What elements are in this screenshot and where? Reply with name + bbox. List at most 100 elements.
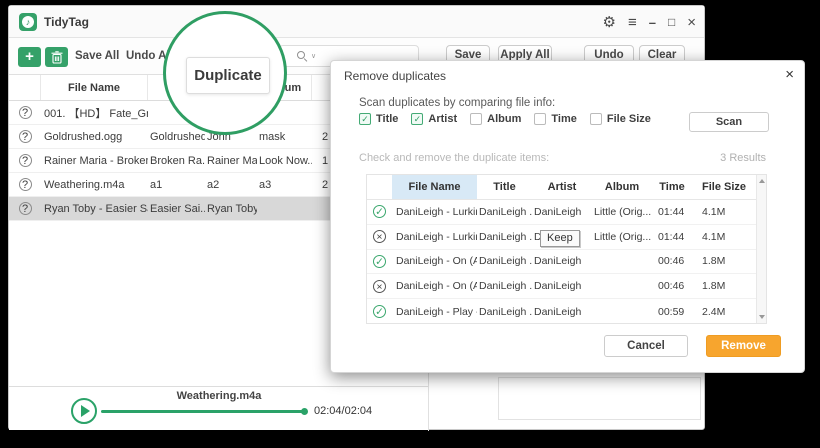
criteria-checkbox[interactable]: Time (534, 113, 576, 125)
duplicate-row[interactable]: ✓DaniLeigh - Play -...DaniLeigh ...DaniL… (367, 299, 766, 324)
cell-title: DaniLeigh ... (477, 231, 532, 243)
keep-tooltip: Keep (540, 230, 580, 247)
scan-button[interactable]: Scan (689, 112, 769, 132)
dup-column-header-file-name[interactable]: File Name (392, 175, 477, 199)
remove-cross-icon[interactable]: × (373, 280, 386, 293)
dup-column-header-album[interactable]: Album (592, 175, 652, 199)
play-button[interactable] (71, 398, 97, 424)
player-bar: Weathering.m4a 02:04/02:04 (9, 386, 428, 430)
checkbox-label: Album (487, 113, 521, 125)
scroll-down-icon[interactable] (759, 315, 765, 319)
minimize-button[interactable]: – (649, 15, 656, 30)
unknown-status-icon: ? (19, 202, 32, 215)
checkbox-label: Artist (428, 113, 457, 125)
cell-artist: DaniLeigh (532, 206, 592, 218)
cell-time: 00:46 (652, 255, 692, 267)
delete-file-button[interactable] (45, 47, 68, 67)
cell-file-name: Ryan Toby - Easier Said Th... (41, 203, 148, 215)
duplicate-row[interactable]: ×DaniLeigh - On (A...DaniLeigh ...DaniLe… (367, 274, 766, 299)
remove-button[interactable]: Remove (706, 335, 781, 357)
cell-time: 00:59 (652, 306, 692, 318)
cell-artist: Rainer Ma... (205, 155, 257, 167)
app-title: TidyTag (44, 15, 89, 29)
checkbox-label: Time (551, 113, 576, 125)
dialog-title: Remove duplicates (344, 69, 446, 83)
add-file-button[interactable]: + (18, 47, 41, 67)
checkbox-row: ✓Title✓ArtistAlbumTimeFile Size (359, 113, 651, 125)
unknown-status-icon: ? (19, 130, 32, 143)
duplicates-table: File Name Title Artist Album Time File S… (366, 174, 767, 324)
checkbox-box (590, 113, 602, 125)
remove-cross-icon[interactable]: × (373, 230, 386, 243)
keep-check-icon[interactable]: ✓ (373, 205, 386, 218)
cell-file-name: DaniLeigh - Lurkin... (392, 206, 477, 218)
cell-file-name: DaniLeigh - Lurkin... (392, 231, 477, 243)
cell-file-size: 4.1M (692, 206, 756, 218)
unknown-status-icon: ? (19, 154, 32, 167)
dup-column-header-artist[interactable]: Artist (532, 175, 592, 199)
column-header-file-name[interactable]: File Name (41, 75, 148, 100)
cell-time: 00:46 (652, 280, 692, 292)
column-header-status[interactable] (9, 75, 41, 100)
keep-check-icon[interactable]: ✓ (373, 255, 386, 268)
criteria-checkbox[interactable]: Album (470, 113, 521, 125)
settings-gear-icon[interactable]: ⚙ (603, 13, 616, 31)
results-count: 3 Results (720, 152, 766, 164)
checkbox-box: ✓ (359, 113, 371, 125)
cell-album: a3 (257, 179, 312, 191)
maximize-button[interactable]: □ (668, 15, 675, 29)
cell-album: Little (Orig... (592, 206, 652, 218)
progress-handle[interactable] (301, 408, 308, 415)
criteria-checkbox[interactable]: File Size (590, 113, 651, 125)
app-logo: ♪ (19, 13, 37, 31)
cancel-button[interactable]: Cancel (604, 335, 688, 357)
cell-title: Easier Sai... (148, 203, 205, 215)
menu-icon[interactable]: ≡ (628, 14, 637, 31)
scroll-up-icon[interactable] (759, 179, 765, 183)
cell-file-name: DaniLeigh - Play -... (392, 306, 477, 318)
cell-album: mask (257, 131, 312, 143)
cell-artist: Ryan Toby (205, 203, 257, 215)
remove-duplicates-dialog: Remove duplicates × Scan duplicates by c… (330, 60, 805, 373)
trash-icon (51, 51, 63, 64)
close-button[interactable]: × (687, 14, 696, 31)
cell-file-name: Rainer Maria - Broken Rad... (41, 155, 148, 167)
titlebar[interactable]: ♪ TidyTag ⚙ ≡ – □ × (9, 6, 704, 38)
dialog-close-icon[interactable]: × (785, 66, 794, 83)
duplicate-row[interactable]: ✓DaniLeigh - On (A...DaniLeigh ...DaniLe… (367, 250, 766, 275)
cell-time: 01:44 (652, 206, 692, 218)
cell-title: DaniLeigh ... (477, 255, 532, 267)
search-icon (297, 51, 305, 59)
play-icon (81, 405, 90, 417)
duplicates-table-header: File Name Title Artist Album Time File S… (367, 175, 766, 200)
dup-column-header-title[interactable]: Title (477, 175, 532, 199)
cell-file-size: 1.8M (692, 280, 756, 292)
criteria-checkbox[interactable]: ✓Title (359, 113, 398, 125)
magnifier-callout: Duplicate (163, 11, 287, 135)
dup-column-header-status[interactable] (367, 175, 392, 199)
checkbox-box: ✓ (411, 113, 423, 125)
dup-column-header-file-size[interactable]: File Size (692, 175, 756, 199)
progress-bar[interactable] (101, 410, 306, 413)
cell-file-size: 2.4M (692, 306, 756, 318)
cell-title: a1 (148, 179, 205, 191)
cell-title: DaniLeigh ... (477, 206, 532, 218)
keep-check-icon[interactable]: ✓ (373, 305, 386, 318)
now-playing-title: Weathering.m4a (99, 390, 339, 402)
duplicate-row[interactable]: ✓ DaniLeigh - Lurkin...DaniLeigh ...DaniL… (367, 200, 766, 225)
save-all-button[interactable]: Save All (75, 50, 119, 62)
dup-column-header-time[interactable]: Time (652, 175, 692, 199)
scrollbar[interactable] (756, 175, 766, 323)
duplicate-button[interactable]: Duplicate (186, 57, 270, 94)
criteria-checkbox[interactable]: ✓ Artist (411, 113, 457, 125)
cell-title: DaniLeigh ... (477, 280, 532, 292)
logo-note-icon: ♪ (22, 16, 34, 28)
right-panel-field[interactable] (498, 377, 701, 420)
cell-time: 01:44 (652, 231, 692, 243)
cell-album: Little (Orig... (592, 231, 652, 243)
chevron-down-icon: ∨ (311, 52, 316, 60)
plus-icon: + (25, 48, 34, 66)
cell-artist: a2 (205, 179, 257, 191)
screen-background: ♪ TidyTag ⚙ ≡ – □ × + (0, 0, 820, 448)
cell-file-name: 001. 【HD】 Fate_Grand Ord... (41, 105, 148, 121)
